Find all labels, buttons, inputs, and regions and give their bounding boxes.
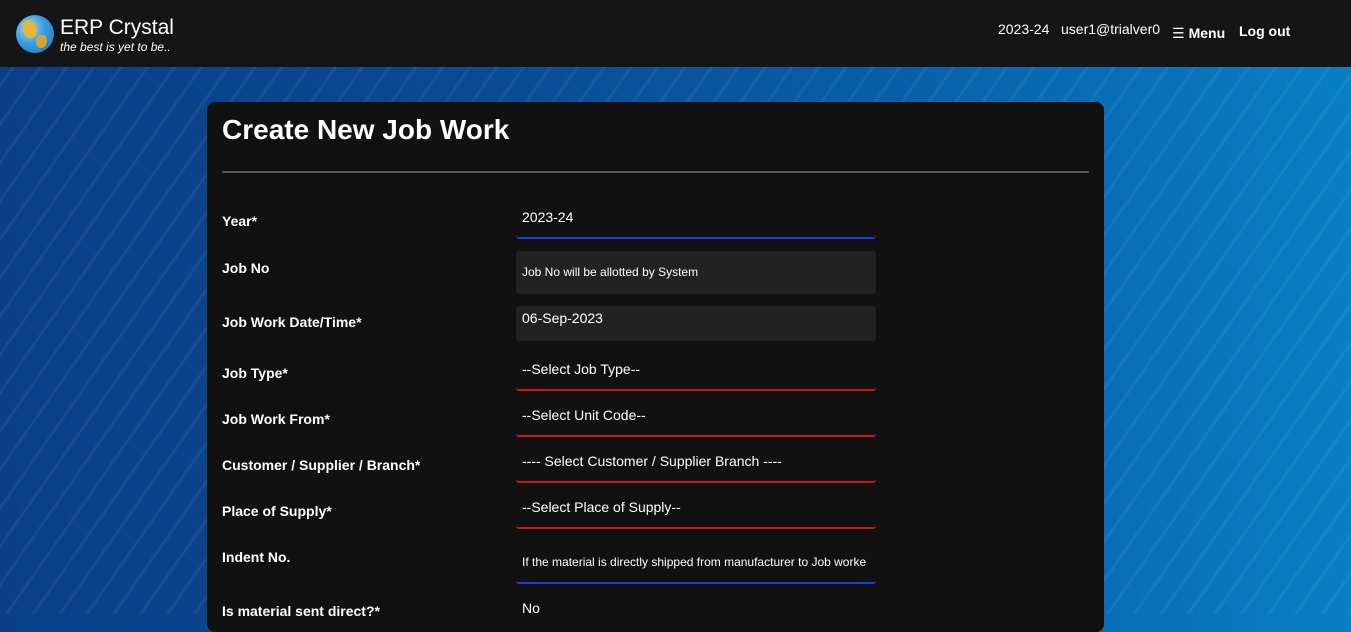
- page-title: Create New Job Work: [222, 114, 510, 145]
- job-work-from-label: Job Work From*: [222, 411, 330, 427]
- globe-logo-icon[interactable]: [16, 15, 54, 53]
- customer-label: Customer / Supplier / Branch*: [222, 457, 421, 473]
- place-of-supply-label: Place of Supply*: [222, 503, 332, 519]
- unit-code-select[interactable]: --Select Unit Code--: [516, 403, 876, 437]
- job-type-select[interactable]: --Select Job Type--: [516, 357, 876, 391]
- fiscal-year: 2023-24: [998, 21, 1050, 37]
- year-label: Year*: [222, 213, 258, 229]
- job-no-field: Job No will be allotted by System: [516, 251, 876, 294]
- app-tagline: the best is yet to be..: [60, 40, 171, 54]
- indent-no-input[interactable]: If the material is directly shipped from…: [516, 541, 876, 584]
- top-navbar: ERP Crystal the best is yet to be.. 2023…: [0, 0, 1351, 67]
- material-direct-label: Is material sent direct?*: [222, 603, 380, 619]
- menu-button[interactable]: ☰ Menu: [1172, 25, 1225, 42]
- user-name: user1@trialver0: [1061, 21, 1161, 37]
- job-no-label: Job No: [222, 260, 270, 276]
- year-select[interactable]: 2023-24: [516, 205, 876, 239]
- indent-no-label: Indent No.: [222, 549, 291, 565]
- job-work-date-field: 06-Sep-2023: [516, 306, 876, 341]
- customer-select[interactable]: ---- Select Customer / Supplier Branch -…: [516, 449, 876, 483]
- material-direct-select[interactable]: No: [516, 600, 876, 624]
- app-name[interactable]: ERP Crystal: [60, 15, 174, 41]
- hamburger-icon: ☰: [1172, 25, 1185, 41]
- place-of-supply-select[interactable]: --Select Place of Supply--: [516, 495, 876, 529]
- job-work-date-label: Job Work Date/Time*: [222, 314, 362, 330]
- logout-link[interactable]: Log out: [1239, 23, 1290, 39]
- job-type-label: Job Type*: [222, 365, 288, 381]
- job-work-form: Create New Job Work Year* 2023-24 Job No…: [207, 102, 1104, 632]
- menu-label: Menu: [1188, 25, 1226, 41]
- title-divider: [222, 171, 1089, 173]
